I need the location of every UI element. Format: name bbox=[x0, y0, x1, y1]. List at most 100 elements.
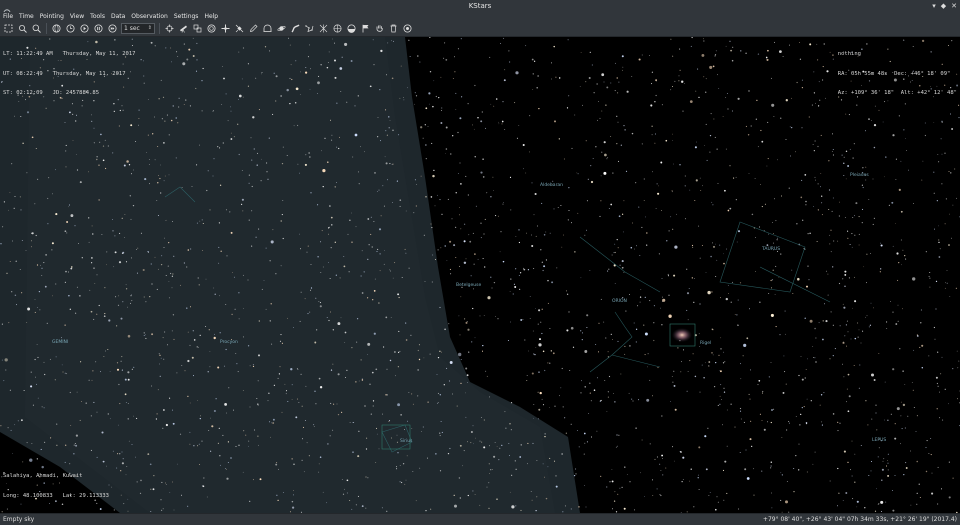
trash-icon[interactable] bbox=[388, 23, 399, 34]
menu-file[interactable]: File bbox=[0, 12, 16, 21]
star bbox=[859, 364, 861, 366]
sky-canvas[interactable] bbox=[0, 37, 960, 513]
star bbox=[269, 260, 271, 262]
zoom-fit-icon[interactable] bbox=[3, 23, 14, 34]
spin-arrows-icon[interactable]: ⇕ bbox=[148, 26, 152, 31]
star bbox=[717, 501, 719, 503]
telescope-icon[interactable] bbox=[178, 23, 189, 34]
star bbox=[74, 443, 76, 444]
sky-map[interactable]: LT: 11:22:49 AM Thursday, May 11, 2017 U… bbox=[0, 37, 960, 513]
flag-icon[interactable] bbox=[360, 23, 371, 34]
menu-time[interactable]: Time bbox=[16, 12, 37, 21]
ground-icon[interactable] bbox=[346, 23, 357, 34]
play-icon[interactable] bbox=[79, 23, 90, 34]
star bbox=[248, 440, 250, 442]
star bbox=[709, 134, 712, 137]
constellation-lines-icon[interactable] bbox=[304, 23, 315, 34]
pause-icon[interactable] bbox=[93, 23, 104, 34]
star bbox=[227, 461, 229, 463]
close-icon[interactable]: ✕ bbox=[951, 0, 957, 12]
star bbox=[585, 81, 587, 83]
star bbox=[654, 458, 656, 460]
horizon-icon[interactable] bbox=[262, 23, 273, 34]
pencil-icon[interactable] bbox=[248, 23, 259, 34]
star bbox=[832, 154, 834, 156]
star bbox=[31, 232, 33, 234]
star bbox=[220, 464, 221, 466]
star bbox=[344, 342, 346, 343]
globe-icon[interactable] bbox=[51, 23, 62, 34]
star bbox=[720, 384, 722, 386]
star bbox=[558, 138, 560, 140]
menu-tools[interactable]: Tools bbox=[87, 12, 108, 21]
menu-observation[interactable]: Observation bbox=[128, 12, 171, 21]
star bbox=[733, 177, 735, 179]
star bbox=[154, 256, 156, 258]
star bbox=[583, 453, 585, 455]
star bbox=[72, 140, 74, 141]
clock-icon[interactable] bbox=[65, 23, 76, 34]
forward-icon[interactable] bbox=[107, 23, 118, 34]
hand-icon[interactable] bbox=[374, 23, 385, 34]
maximize-icon[interactable]: ◆ bbox=[941, 0, 946, 12]
star bbox=[720, 348, 722, 350]
target-icon[interactable] bbox=[164, 23, 175, 34]
star bbox=[422, 426, 424, 428]
star bbox=[748, 90, 750, 92]
star bbox=[391, 163, 393, 165]
star bbox=[249, 500, 251, 502]
crosshair-icon[interactable] bbox=[220, 23, 231, 34]
star bbox=[807, 233, 809, 235]
star bbox=[533, 404, 535, 405]
minimize-icon[interactable]: ▾ bbox=[932, 0, 936, 12]
star bbox=[847, 230, 849, 232]
zoom-in-icon[interactable] bbox=[17, 23, 28, 34]
satellite-icon[interactable] bbox=[234, 23, 245, 34]
star bbox=[831, 151, 833, 152]
skyview-icon[interactable] bbox=[206, 23, 217, 34]
grid-icon[interactable] bbox=[332, 23, 343, 34]
star bbox=[544, 476, 545, 478]
menu-settings[interactable]: Settings bbox=[171, 12, 202, 21]
star bbox=[817, 183, 819, 185]
star bbox=[529, 317, 531, 319]
star bbox=[892, 509, 895, 512]
star bbox=[371, 371, 374, 374]
star bbox=[269, 50, 271, 52]
search-icon[interactable] bbox=[31, 23, 42, 34]
star bbox=[355, 381, 357, 383]
star bbox=[605, 104, 607, 106]
star bbox=[520, 319, 523, 321]
menu-data[interactable]: Data bbox=[108, 12, 128, 21]
star bbox=[781, 436, 783, 438]
star bbox=[770, 279, 772, 282]
star bbox=[549, 457, 551, 459]
menu-pointing[interactable]: Pointing bbox=[37, 12, 67, 21]
star bbox=[139, 492, 142, 495]
star bbox=[472, 124, 473, 126]
star bbox=[529, 115, 531, 117]
menu-view[interactable]: View bbox=[67, 12, 87, 21]
star bbox=[946, 269, 948, 271]
eye-icon[interactable] bbox=[402, 23, 413, 34]
star bbox=[896, 252, 899, 255]
scope-alt-icon[interactable] bbox=[192, 23, 203, 34]
star bbox=[266, 162, 268, 164]
star bbox=[131, 294, 132, 296]
star bbox=[164, 220, 166, 222]
menu-help[interactable]: Help bbox=[201, 12, 221, 21]
star bbox=[681, 481, 683, 483]
star bbox=[376, 427, 377, 429]
star bbox=[737, 508, 740, 510]
star bbox=[355, 504, 357, 506]
milky-way-icon[interactable] bbox=[290, 23, 301, 34]
star bbox=[43, 407, 45, 409]
time-step-field[interactable]: 1 sec ⇕ bbox=[121, 23, 155, 34]
constellation-art-icon[interactable] bbox=[318, 23, 329, 34]
star bbox=[727, 209, 730, 212]
star bbox=[592, 157, 594, 160]
star bbox=[599, 117, 601, 119]
star bbox=[445, 59, 448, 61]
planet-icon[interactable] bbox=[276, 23, 287, 34]
star bbox=[880, 268, 882, 270]
